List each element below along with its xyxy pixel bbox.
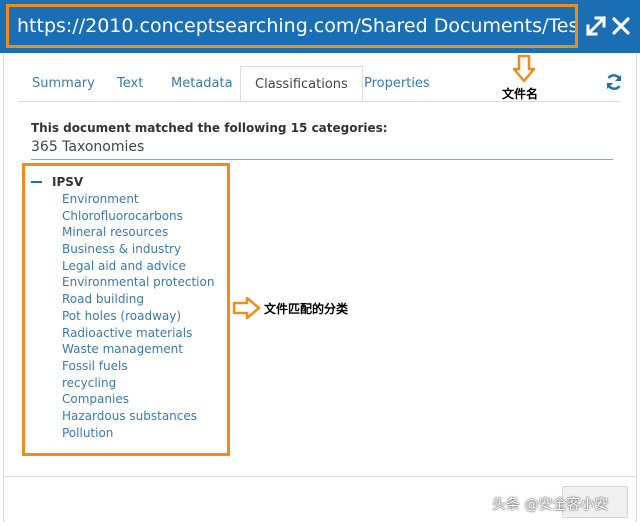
tab-properties[interactable]: Properties (364, 66, 430, 102)
expand-button[interactable] (582, 12, 610, 40)
category-item[interactable]: Business & industry (62, 241, 214, 258)
category-item[interactable]: Environmental protection (62, 274, 214, 291)
document-url: https://2010.conceptsearching.com/Shared… (17, 15, 575, 37)
tab-text[interactable]: Text (117, 66, 143, 102)
group-label: IPSV (52, 175, 84, 189)
category-item[interactable]: Radioactive materials (62, 325, 214, 342)
collapse-icon[interactable] (31, 181, 42, 183)
taxonomy-field[interactable]: 365 Taxonomies (31, 137, 613, 160)
category-item[interactable]: Fossil fuels (62, 358, 214, 375)
category-item[interactable]: Waste management (62, 341, 214, 358)
footer-divider (4, 476, 636, 477)
tab-metadata[interactable]: Metadata (171, 66, 233, 102)
close-icon (612, 17, 630, 35)
category-item[interactable]: Environment (62, 191, 214, 208)
refresh-icon[interactable] (604, 72, 624, 92)
filename-annotation: 文件名 (502, 87, 539, 101)
category-list: Environment Chlorofluorocarbons Mineral … (62, 191, 214, 441)
url-highlight-box: https://2010.conceptsearching.com/Shared… (6, 4, 578, 48)
category-item[interactable]: recycling (62, 375, 214, 392)
close-button[interactable] (607, 12, 635, 40)
category-item[interactable]: Hazardous substances (62, 408, 214, 425)
tab-bar: Summary Text Metadata Classifications Pr… (18, 66, 638, 103)
down-arrow-annotation-icon (512, 54, 536, 83)
expand-icon (585, 15, 607, 37)
watermark: 头条 @安全客小安 (492, 497, 609, 513)
category-item[interactable]: Pollution (62, 425, 214, 442)
tab-classifications[interactable]: Classifications (240, 66, 363, 103)
category-item[interactable]: Road building (62, 291, 214, 308)
right-arrow-annotation-icon (232, 296, 261, 320)
category-item[interactable]: Pot holes (roadway) (62, 308, 214, 325)
category-item[interactable]: Chlorofluorocarbons (62, 208, 214, 225)
tab-summary[interactable]: Summary (32, 66, 95, 102)
matched-summary: This document matched the following 15 c… (31, 121, 388, 135)
category-item[interactable]: Mineral resources (62, 224, 214, 241)
categories-annotation: 文件匹配的分类 (264, 302, 349, 316)
category-item[interactable]: Legal aid and advice (62, 258, 214, 275)
title-bar: https://2010.conceptsearching.com/Shared… (0, 0, 640, 53)
category-group-header: IPSV (31, 174, 83, 190)
category-item[interactable]: Companies (62, 391, 214, 408)
